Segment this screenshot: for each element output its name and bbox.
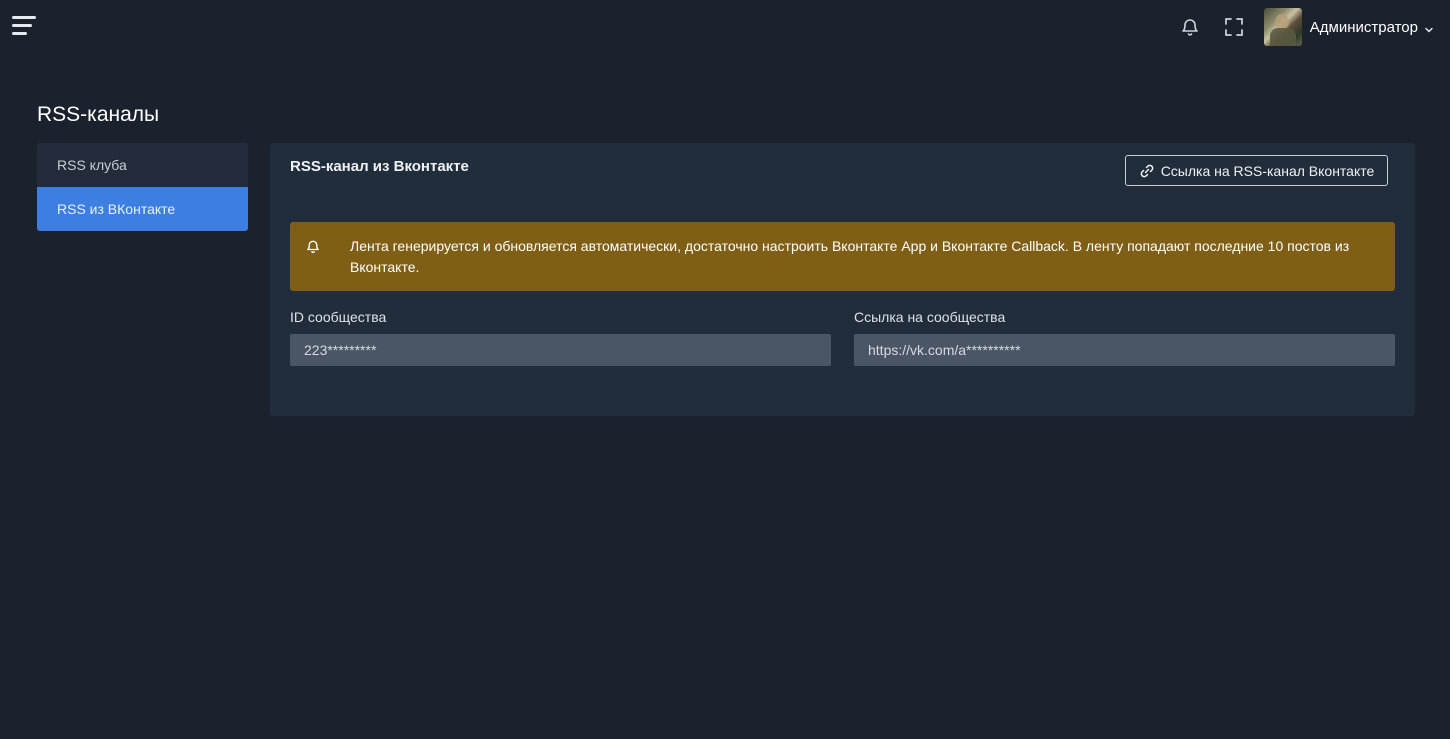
sidebar: RSS клуба RSS из ВКонтакте xyxy=(37,143,248,231)
sidebar-item-label: RSS из ВКонтакте xyxy=(57,201,176,217)
community-link-field[interactable] xyxy=(854,334,1395,366)
card-title: RSS-канал из Вконтакте xyxy=(290,158,469,175)
link-icon xyxy=(1140,164,1154,177)
info-alert: Лента генерируется и обновляется автомат… xyxy=(290,222,1395,291)
rss-vk-card: RSS-канал из Вконтакте Ссылка на RSS-кан… xyxy=(270,143,1415,416)
bell-icon[interactable] xyxy=(1178,15,1202,39)
sidebar-item-rss-vk[interactable]: RSS из ВКонтакте xyxy=(37,187,248,231)
rss-link-button-label: Ссылка на RSS-канал Вконтакте xyxy=(1160,162,1375,179)
menu-icon[interactable] xyxy=(12,14,38,36)
user-name[interactable]: Администратор xyxy=(1310,19,1418,36)
top-bar-actions: Администратор xyxy=(1178,8,1434,46)
alert-text: Лента генерируется и обновляется автомат… xyxy=(350,238,1350,275)
fullscreen-icon[interactable] xyxy=(1222,15,1246,39)
avatar[interactable] xyxy=(1263,8,1302,46)
rss-link-button[interactable]: Ссылка на RSS-канал Вконтакте xyxy=(1125,155,1388,186)
community-id-label: ID сообщества xyxy=(290,309,387,325)
top-bar: Администратор xyxy=(0,0,1450,54)
sidebar-item-rss-club[interactable]: RSS клуба xyxy=(37,143,248,187)
page-title: RSS-каналы xyxy=(37,103,160,126)
community-id-field[interactable] xyxy=(290,334,831,366)
chevron-down-icon[interactable] xyxy=(1424,22,1434,33)
community-link-label: Ссылка на сообщества xyxy=(854,309,1006,325)
sidebar-item-label: RSS клуба xyxy=(57,157,127,173)
bell-icon xyxy=(306,239,320,259)
